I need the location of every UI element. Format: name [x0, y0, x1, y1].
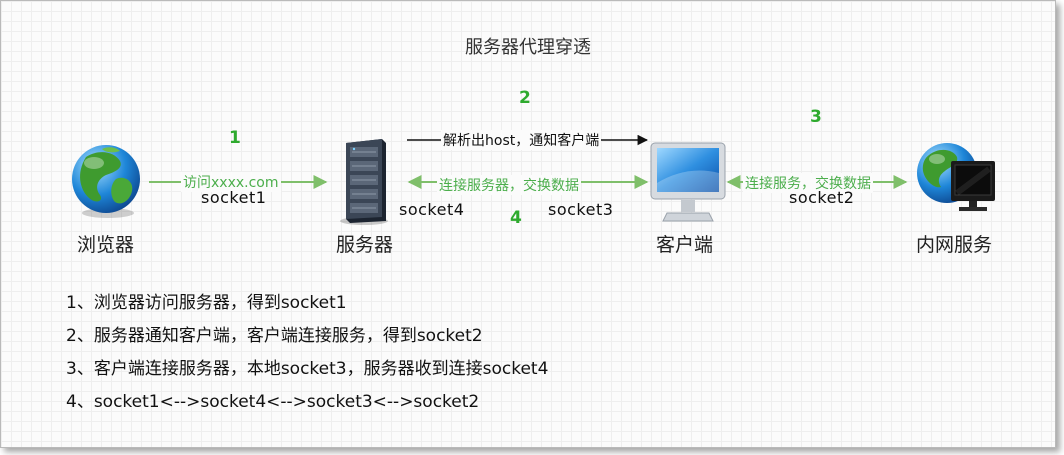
socket-3-label: socket3: [548, 200, 614, 219]
desktop-monitor-icon: [650, 142, 726, 222]
note-line-3: 3、客户端连接服务器，本地socket3，服务器收到连接socket4: [66, 359, 549, 379]
diagram-title: 服务器代理穿透: [465, 37, 591, 58]
edge-label-server-client-exchange: 连接服务器，交换数据: [437, 175, 581, 195]
step-2-marker: 2: [519, 88, 531, 108]
node-label-server: 服务器: [336, 234, 394, 256]
socket-2-label: socket2: [789, 188, 855, 207]
step-1-marker: 1: [229, 128, 241, 148]
node-label-client: 客户端: [656, 234, 714, 256]
diagram-canvas: 服务器代理穿透 1 2 3 4 访问xxxx.com 解析出host，通知客户端…: [0, 0, 1056, 448]
step-4-marker: 4: [510, 208, 522, 228]
server-rack-icon: [340, 139, 388, 225]
note-line-1: 1、浏览器访问服务器，得到socket1: [66, 293, 347, 313]
connector-layer: [72, 134, 995, 225]
edge-label-server-client-notify: 解析出host，通知客户端: [441, 130, 602, 150]
note-line-2: 2、服务器通知客户端，客户端连接服务，得到socket2: [66, 326, 483, 346]
socket-1-label: socket1: [201, 188, 267, 207]
note-line-4: 4、socket1<-->socket4<-->socket3<-->socke…: [66, 392, 480, 412]
globe-with-monitor-icon: [917, 143, 995, 211]
node-label-intranet: 内网服务: [916, 234, 993, 256]
node-label-browser: 浏览器: [77, 234, 135, 256]
socket-4-label: socket4: [399, 200, 465, 219]
step-3-marker: 3: [810, 107, 822, 127]
globe-icon: [72, 145, 140, 218]
